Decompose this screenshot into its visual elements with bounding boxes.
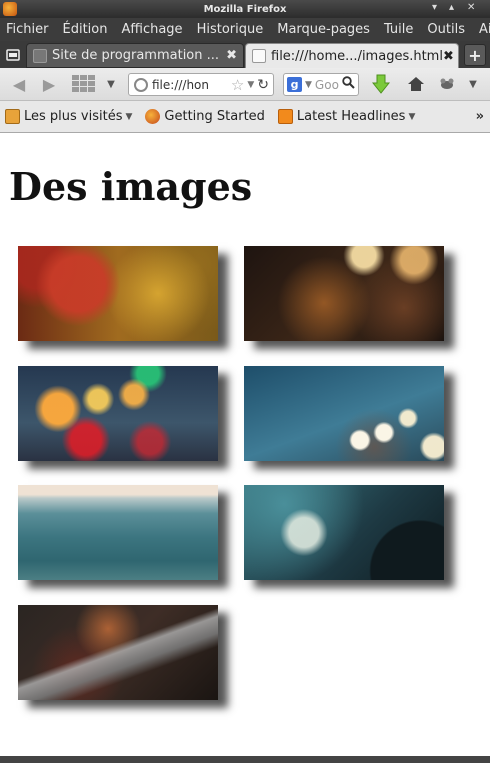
reload-icon[interactable]: ↻	[257, 77, 269, 93]
download-arrow-icon[interactable]	[370, 74, 392, 94]
menu-affichage[interactable]: Affichage	[114, 22, 189, 37]
menu-fichier[interactable]: Fichier	[0, 22, 56, 37]
image-rain-window-bokeh	[18, 366, 218, 461]
maximize-icon[interactable]: ▴	[449, 2, 454, 13]
page-favicon-icon	[33, 48, 47, 63]
bookmark-label: Getting Started	[164, 109, 265, 124]
bookmark-star-icon[interactable]: ☆	[231, 76, 244, 94]
google-search-engine-icon[interactable]: g	[287, 77, 302, 92]
close-tab-icon[interactable]: ✖	[443, 49, 454, 64]
firefox-icon	[145, 109, 161, 124]
search-icon[interactable]	[342, 76, 355, 93]
menu-tuile[interactable]: Tuile	[377, 22, 420, 37]
tile-dropdown-icon[interactable]: ▼	[104, 74, 118, 94]
bookmark-latest-headlines[interactable]: Latest Headlines ▼	[273, 109, 415, 124]
search-engine-dropdown-icon[interactable]: ▼	[305, 80, 312, 90]
image-car-night-bokeh	[244, 246, 444, 341]
menu-marque-pages[interactable]: Marque-pages	[270, 22, 377, 37]
search-bar[interactable]: g ▼ Goo	[283, 73, 359, 96]
image-turntable	[244, 485, 444, 580]
firefox-app-icon	[3, 2, 17, 16]
bookmark-getting-started[interactable]: Getting Started	[140, 109, 265, 124]
chevron-down-icon: ▼	[125, 111, 133, 122]
chevron-down-icon: ▼	[408, 111, 416, 122]
folder-icon	[5, 109, 20, 124]
close-tab-icon[interactable]: ✖	[226, 48, 237, 63]
page-favicon-icon	[252, 49, 266, 63]
home-icon[interactable]	[405, 74, 427, 94]
tab-active[interactable]: file:///home.../images.html ✖	[245, 43, 459, 68]
image-autumn-leaves	[18, 246, 218, 341]
bookmark-folder-most-visited[interactable]: Les plus visités ▼	[0, 109, 132, 124]
tab-strip: Site de programmation ... ✖ file:///home…	[0, 41, 490, 68]
image-sea-waves	[18, 485, 218, 580]
new-tab-button[interactable]: +	[464, 44, 486, 66]
back-arrow-icon[interactable]: ◀	[8, 74, 30, 94]
forward-arrow-icon[interactable]: ▶	[38, 74, 60, 94]
page-content: Des images	[0, 134, 490, 756]
tab-label: file:///home.../images.html	[271, 48, 443, 64]
tab-list-icon[interactable]	[2, 44, 24, 66]
image-park-bench	[18, 605, 218, 700]
bookmarks-toolbar: Les plus visités ▼ Getting Started Lates…	[0, 101, 490, 133]
search-placeholder[interactable]: Goo	[315, 78, 342, 92]
menu-aide[interactable]: Aide	[472, 22, 490, 37]
tile-grid-icon[interactable]	[70, 74, 98, 94]
rss-icon	[277, 109, 293, 124]
toolbar-menu-dropdown-icon[interactable]: ▼	[466, 74, 480, 94]
addon-bug-icon[interactable]	[436, 74, 458, 94]
navigation-toolbar: ◀ ▶ ▼ file:///hon ☆ ▼ ↻ g ▼ Goo ▼	[0, 68, 490, 101]
minimize-icon[interactable]: ▾	[432, 2, 437, 13]
tab-label: Site de programmation ...	[52, 48, 220, 63]
menu-historique[interactable]: Historique	[190, 22, 271, 37]
window-titlebar: Mozilla Firefox ▾ ▴ ✕	[0, 0, 490, 18]
menu-bar: Fichier Édition Affichage Historique Mar…	[0, 18, 490, 41]
globe-icon	[134, 77, 148, 92]
close-window-icon[interactable]: ✕	[467, 2, 475, 13]
window-bottom-border	[0, 756, 490, 763]
more-bookmarks-chevron-icon[interactable]: »	[476, 109, 484, 124]
window-title: Mozilla Firefox	[203, 3, 287, 15]
url-dropdown-icon[interactable]: ▼	[247, 80, 254, 90]
menu-edition[interactable]: Édition	[56, 22, 115, 37]
menu-outils[interactable]: Outils	[420, 22, 472, 37]
tab-inactive[interactable]: Site de programmation ... ✖	[26, 43, 244, 68]
bookmark-label: Latest Headlines	[296, 109, 406, 124]
bookmark-label: Les plus visités	[24, 109, 123, 124]
url-text[interactable]: file:///hon	[152, 78, 231, 92]
url-bar[interactable]: file:///hon ☆ ▼ ↻	[128, 73, 274, 96]
image-tree-branches-lights	[244, 366, 444, 461]
page-heading: Des images	[9, 164, 253, 209]
